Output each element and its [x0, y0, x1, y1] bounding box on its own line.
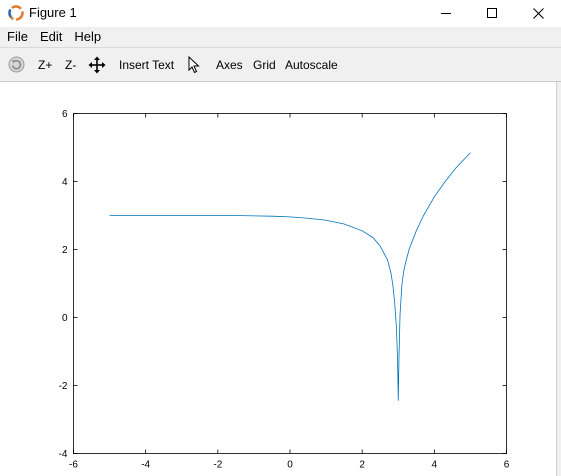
close-button[interactable]: [515, 0, 561, 26]
axes-box: [73, 113, 507, 454]
rotate-icon: [8, 56, 25, 73]
figure-window: Figure 1 File Edit Help Z+ Z- Insert Tex…: [0, 0, 561, 476]
x-tick-label: -2: [213, 460, 222, 471]
x-tick-label: 0: [287, 460, 293, 471]
pointer-icon: [188, 55, 200, 73]
title-bar: Figure 1: [0, 0, 561, 26]
x-tick-label: -6: [69, 460, 78, 471]
menu-bar: File Edit Help: [0, 27, 561, 47]
zoom-out-button[interactable]: Z-: [65, 48, 76, 81]
toolbar: Z+ Z- Insert Text Axes Grid Autoscale: [0, 47, 561, 82]
y-tick-label: 2: [62, 245, 68, 256]
autoscale-button[interactable]: Autoscale: [285, 48, 338, 81]
octave-logo-icon: [7, 4, 25, 22]
y-tick-label: -2: [59, 381, 68, 392]
right-border: [556, 82, 561, 476]
pan-icon: [88, 56, 106, 73]
maximize-button[interactable]: [469, 0, 515, 26]
minimize-button[interactable]: [423, 0, 469, 26]
rotate-button[interactable]: [8, 48, 25, 81]
y-tick-label: 6: [62, 109, 68, 120]
zoom-in-button[interactable]: Z+: [38, 48, 52, 81]
menu-edit[interactable]: Edit: [35, 27, 67, 47]
window-title: Figure 1: [29, 5, 77, 20]
pan-button[interactable]: [88, 48, 106, 81]
x-tick-label: 4: [432, 460, 438, 471]
y-tick-label: -4: [59, 449, 68, 460]
menu-file[interactable]: File: [2, 27, 33, 47]
axes-button[interactable]: Axes: [216, 48, 243, 81]
close-icon: [532, 7, 544, 19]
x-tick-label: -4: [141, 460, 150, 471]
select-button[interactable]: [188, 48, 201, 81]
grid-button[interactable]: Grid: [253, 48, 276, 81]
x-tick-label: 6: [504, 460, 510, 471]
x-tick-label: 2: [359, 460, 365, 471]
menu-help[interactable]: Help: [69, 27, 106, 47]
plot-canvas[interactable]: -6 -4 -2 0 2 4 6-4-20246: [0, 82, 556, 476]
y-tick-label: 4: [62, 177, 68, 188]
insert-text-button[interactable]: Insert Text: [119, 48, 174, 81]
minimize-icon: [441, 13, 451, 14]
y-tick-label: 0: [62, 313, 68, 324]
maximize-icon: [487, 8, 497, 18]
